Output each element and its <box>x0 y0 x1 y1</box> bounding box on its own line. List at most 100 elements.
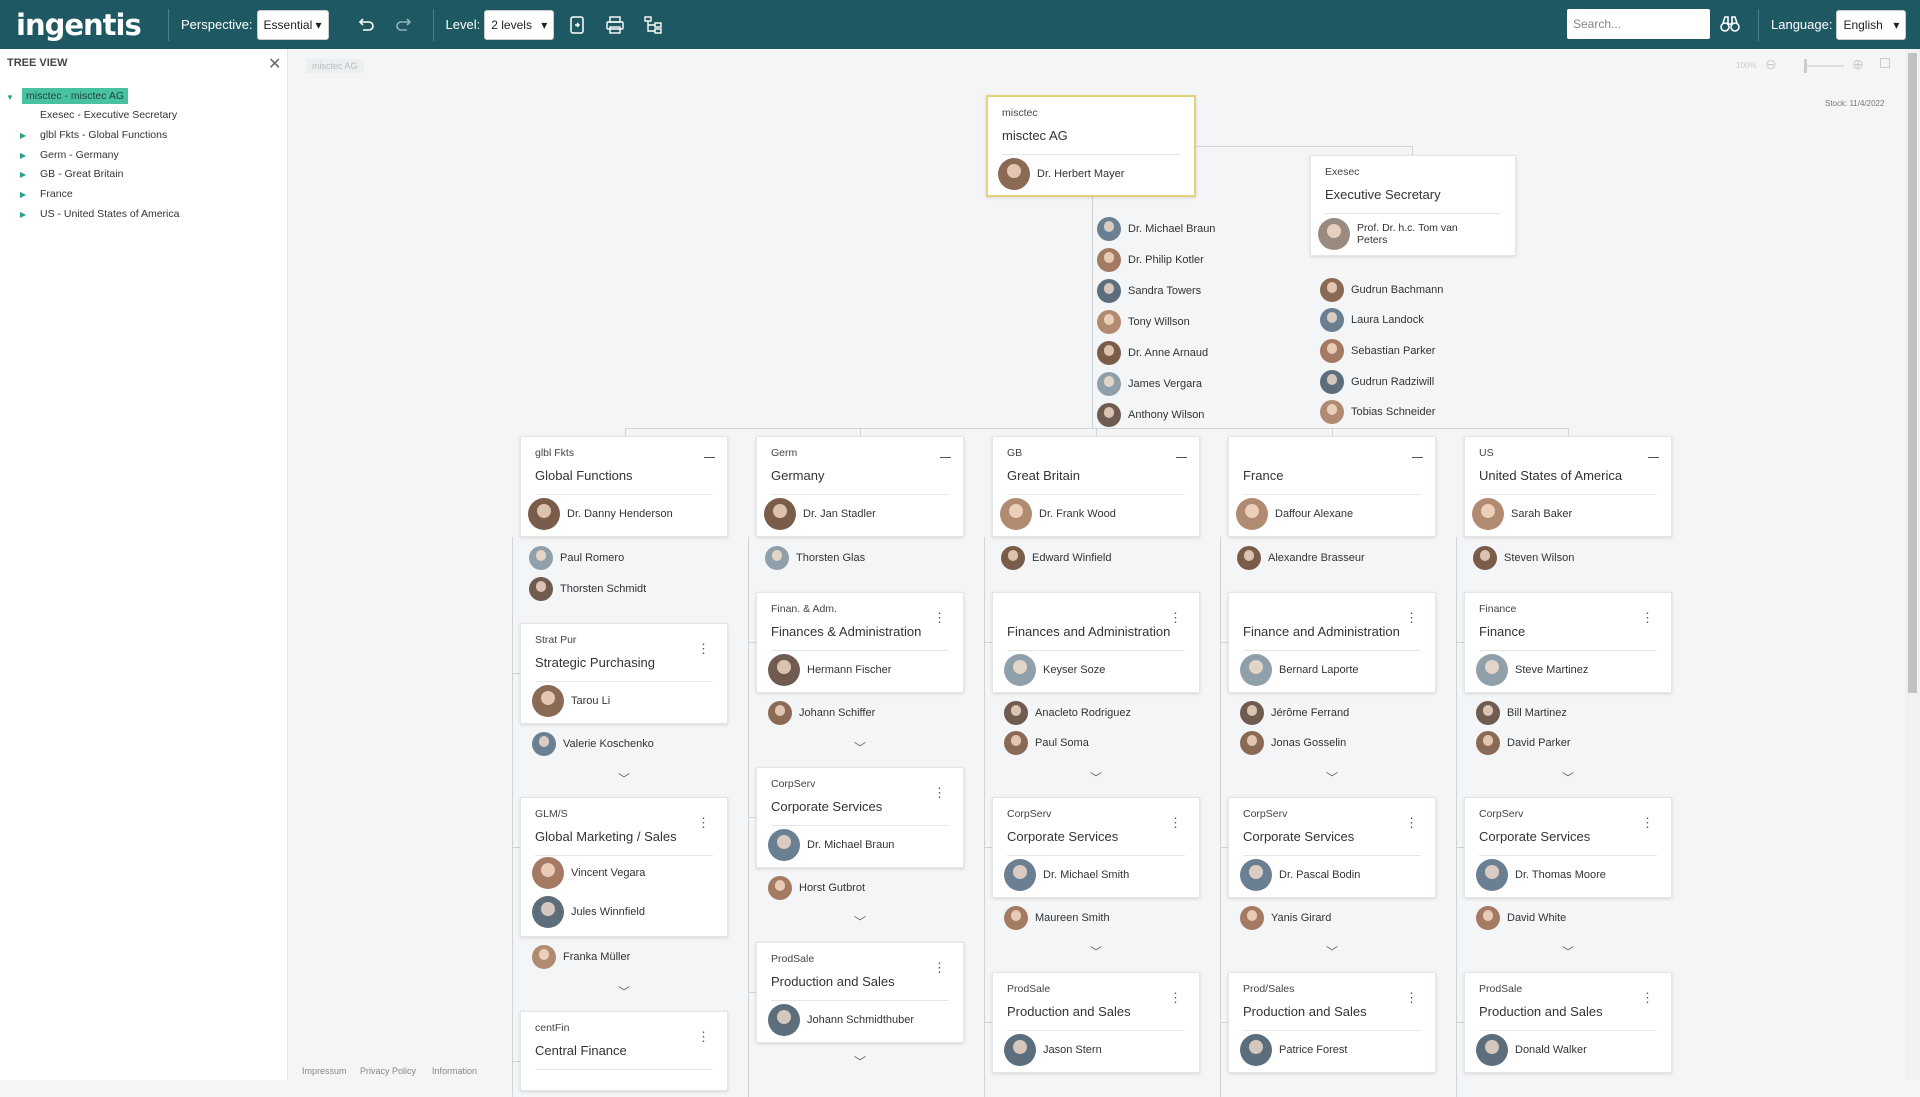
head-person[interactable]: Dr. Frank Wood <box>1000 498 1116 530</box>
zoom-slider-handle[interactable] <box>1804 59 1807 73</box>
collapsed-arrow-icon[interactable]: ▶ <box>20 151 26 160</box>
tree-item-gb[interactable]: GB - Great Britain <box>40 168 123 180</box>
head-person[interactable]: Patrice Forest <box>1240 1034 1347 1066</box>
collapse-icon[interactable] <box>1176 457 1187 458</box>
expand-chevron-icon[interactable]: ﹀ <box>854 913 866 930</box>
expand-chevron-icon[interactable]: ﹀ <box>618 983 630 1000</box>
staff-person[interactable]: Yanis Girard <box>1240 906 1331 930</box>
language-select[interactable]: English ▾ <box>1836 9 1907 40</box>
staff-person[interactable]: Steven Wilson <box>1473 546 1574 570</box>
more-options-icon[interactable]: ⋮ <box>1641 611 1654 624</box>
expand-chevron-icon[interactable]: ﹀ <box>1562 769 1574 786</box>
head-person[interactable]: Keyser Soze <box>1004 654 1105 686</box>
tree-item-germ[interactable]: Germ - Germany <box>40 149 119 161</box>
expand-chevron-icon[interactable]: ﹀ <box>618 770 630 787</box>
footer-impressum[interactable]: Impressum <box>302 1066 347 1076</box>
staff-person[interactable]: Sebastian Parker <box>1320 339 1435 363</box>
staff-person[interactable]: Horst Gutbrot <box>768 876 865 900</box>
staff-person[interactable]: Maureen Smith <box>1004 906 1110 930</box>
staff-person[interactable]: Thorsten Schmidt <box>529 577 646 601</box>
staff-person[interactable]: Thorsten Glas <box>765 546 865 570</box>
footer-information[interactable]: Information <box>432 1066 477 1076</box>
head-person[interactable]: Vincent Vegara <box>532 857 645 889</box>
perspective-select[interactable]: Essential ▾ <box>256 9 329 40</box>
more-options-icon[interactable]: ⋮ <box>1169 991 1182 1004</box>
staff-person[interactable]: Sandra Towers <box>1097 279 1201 303</box>
org-structure-icon[interactable] <box>640 12 666 38</box>
more-options-icon[interactable]: ⋮ <box>933 786 946 799</box>
head-person[interactable]: Dr. Michael Braun <box>768 829 894 861</box>
head-person[interactable]: Daffour Alexane <box>1236 498 1353 530</box>
staff-person[interactable]: Dr. Michael Braun <box>1097 217 1215 241</box>
collapsed-arrow-icon[interactable]: ▶ <box>20 131 26 140</box>
collapsed-arrow-icon[interactable]: ▶ <box>20 210 26 219</box>
more-options-icon[interactable]: ⋮ <box>1405 816 1418 829</box>
head-person[interactable]: Bernard Laporte <box>1240 654 1359 686</box>
breadcrumb[interactable]: misctec AG <box>306 59 364 73</box>
head-person[interactable]: Donald Walker <box>1476 1034 1587 1066</box>
search-input[interactable]: Search... <box>1567 9 1710 39</box>
collapse-icon[interactable] <box>940 457 951 458</box>
head-person[interactable]: Dr. Michael Smith <box>1004 859 1129 891</box>
org-chart-canvas[interactable]: misctec AG 100% ⊖ ⊕ Stock: 11/4/2022 mis… <box>289 49 1920 1097</box>
staff-person[interactable]: Dr. Philip Kotler <box>1097 248 1204 272</box>
zoom-out-icon[interactable]: ⊖ <box>1765 56 1777 73</box>
staff-person[interactable]: Dr. Anne Arnaud <box>1097 341 1208 365</box>
zoom-in-icon[interactable]: ⊕ <box>1852 56 1864 73</box>
staff-person[interactable]: James Vergara <box>1097 372 1202 396</box>
tree-item-exesec[interactable]: Exesec - Executive Secretary <box>40 109 177 121</box>
collapse-icon[interactable] <box>704 457 715 458</box>
app-logo[interactable]: ingentis <box>16 8 168 42</box>
staff-person[interactable]: Edward Winfield <box>1001 546 1111 570</box>
head-person[interactable]: Sarah Baker <box>1472 498 1572 530</box>
collapsed-arrow-icon[interactable]: ▶ <box>20 170 26 179</box>
staff-person[interactable]: Gudrun Bachmann <box>1320 278 1443 302</box>
expand-chevron-icon[interactable]: ﹀ <box>854 739 866 756</box>
more-options-icon[interactable]: ⋮ <box>933 961 946 974</box>
more-options-icon[interactable]: ⋮ <box>1169 611 1182 624</box>
staff-person[interactable]: Valerie Koschenko <box>532 732 654 756</box>
expand-chevron-icon[interactable]: ﹀ <box>1090 769 1102 786</box>
expand-chevron-icon[interactable]: ﹀ <box>1326 769 1338 786</box>
staff-person[interactable]: Paul Soma <box>1004 731 1089 755</box>
close-icon[interactable]: ✕ <box>268 54 281 74</box>
staff-person[interactable]: Paul Romero <box>529 546 624 570</box>
staff-person[interactable]: Anacleto Rodriguez <box>1004 701 1131 725</box>
print-icon[interactable] <box>602 12 628 38</box>
expand-chevron-icon[interactable]: ﹀ <box>854 1053 866 1070</box>
more-options-icon[interactable]: ⋮ <box>1641 991 1654 1004</box>
staff-person[interactable]: Tony Willson <box>1097 310 1190 334</box>
head-person[interactable]: Johann Schmidthuber <box>768 1004 914 1036</box>
staff-person[interactable]: David White <box>1476 906 1566 930</box>
fit-screen-icon[interactable] <box>1880 58 1890 68</box>
scrollbar-thumb[interactable] <box>1908 53 1917 693</box>
vertical-scrollbar[interactable] <box>1905 49 1920 1080</box>
expand-chevron-icon[interactable]: ﹀ <box>1326 943 1338 960</box>
collapse-icon[interactable] <box>1412 457 1423 458</box>
more-options-icon[interactable]: ⋮ <box>1405 991 1418 1004</box>
binoculars-icon[interactable] <box>1718 12 1742 36</box>
collapse-icon[interactable] <box>1648 457 1659 458</box>
head-person[interactable]: Hermann Fischer <box>768 654 891 686</box>
undo-icon[interactable] <box>353 12 379 38</box>
head-person[interactable]: Jules Winnfield <box>532 896 645 928</box>
staff-person[interactable]: Gudrun Radziwill <box>1320 370 1434 394</box>
staff-person[interactable]: Johann Schiffer <box>768 701 875 725</box>
head-person[interactable]: Dr. Jan Stadler <box>764 498 876 530</box>
more-options-icon[interactable]: ⋮ <box>1169 816 1182 829</box>
more-options-icon[interactable]: ⋮ <box>1405 611 1418 624</box>
more-options-icon[interactable]: ⋮ <box>933 611 946 624</box>
zoom-slider[interactable] <box>1804 65 1844 67</box>
head-person[interactable]: Dr. Pascal Bodin <box>1240 859 1360 891</box>
tree-item-misctec[interactable]: misctec - misctec AG <box>22 88 129 104</box>
head-person[interactable]: Tarou Li <box>532 685 610 717</box>
export-icon[interactable] <box>564 12 590 38</box>
head-person[interactable]: Dr. Danny Henderson <box>528 498 673 530</box>
head-person[interactable]: Prof. Dr. h.c. Tom van Peters <box>1318 218 1467 250</box>
staff-person[interactable]: Jonas Gosselin <box>1240 731 1346 755</box>
level-select[interactable]: 2 levels ▾ <box>484 9 555 40</box>
staff-person[interactable]: Anthony Wilson <box>1097 403 1204 427</box>
redo-icon[interactable] <box>391 12 417 38</box>
expanded-arrow-icon[interactable]: ▼ <box>6 93 14 102</box>
footer-privacy[interactable]: Privacy Policy <box>360 1066 416 1076</box>
